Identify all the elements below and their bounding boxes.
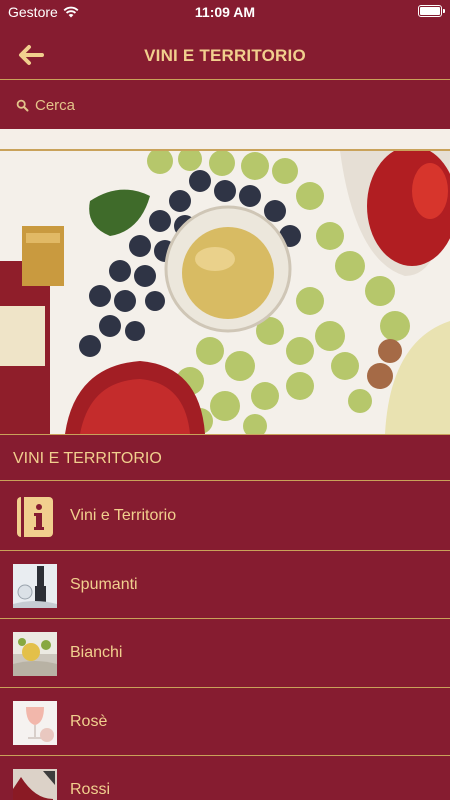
menu-item-spumanti[interactable]: Spumanti <box>0 551 450 619</box>
menu-item-label: Vini e Territorio <box>70 507 177 524</box>
menu-item-bianchi[interactable]: Bianchi <box>0 619 450 688</box>
battery-icon <box>418 5 445 17</box>
spumanti-thumbnail <box>13 563 57 608</box>
section-header: VINI E TERRITORIO <box>0 434 450 481</box>
wine-grapes-illustration <box>0 151 450 434</box>
rossi-thumbnail <box>13 769 57 800</box>
menu-item-rose[interactable]: Rosè <box>0 688 450 756</box>
arrow-left-icon <box>19 45 44 65</box>
menu-item-rossi[interactable]: Rossi <box>0 756 450 800</box>
category-list: Vini e Territorio Spumanti Bianchi Rosè … <box>0 482 450 800</box>
bianchi-thumbnail <box>13 632 57 676</box>
search-input[interactable] <box>35 96 415 114</box>
status-time: 11:09 AM <box>194 4 256 20</box>
menu-item-label: Spumanti <box>70 575 138 593</box>
search-bar[interactable] <box>0 81 450 129</box>
menu-item-vini-e-territorio[interactable]: Vini e Territorio <box>0 482 450 551</box>
info-book-icon <box>13 495 57 539</box>
menu-item-label: Rosè <box>70 712 108 730</box>
search-icon <box>16 99 29 111</box>
menu-item-label: Rossi <box>70 781 111 798</box>
rose-thumbnail <box>13 700 57 745</box>
hero-strip <box>0 129 450 151</box>
menu-item-label: Bianchi <box>70 644 123 661</box>
status-bar: Gestore 11:09 AM <box>0 0 450 24</box>
navigation-bar: VINI E TERRITORIO <box>0 30 450 80</box>
page-title: VINI E TERRITORIO <box>144 46 306 65</box>
hero-wine-image <box>0 151 450 434</box>
back-button[interactable] <box>16 42 46 68</box>
